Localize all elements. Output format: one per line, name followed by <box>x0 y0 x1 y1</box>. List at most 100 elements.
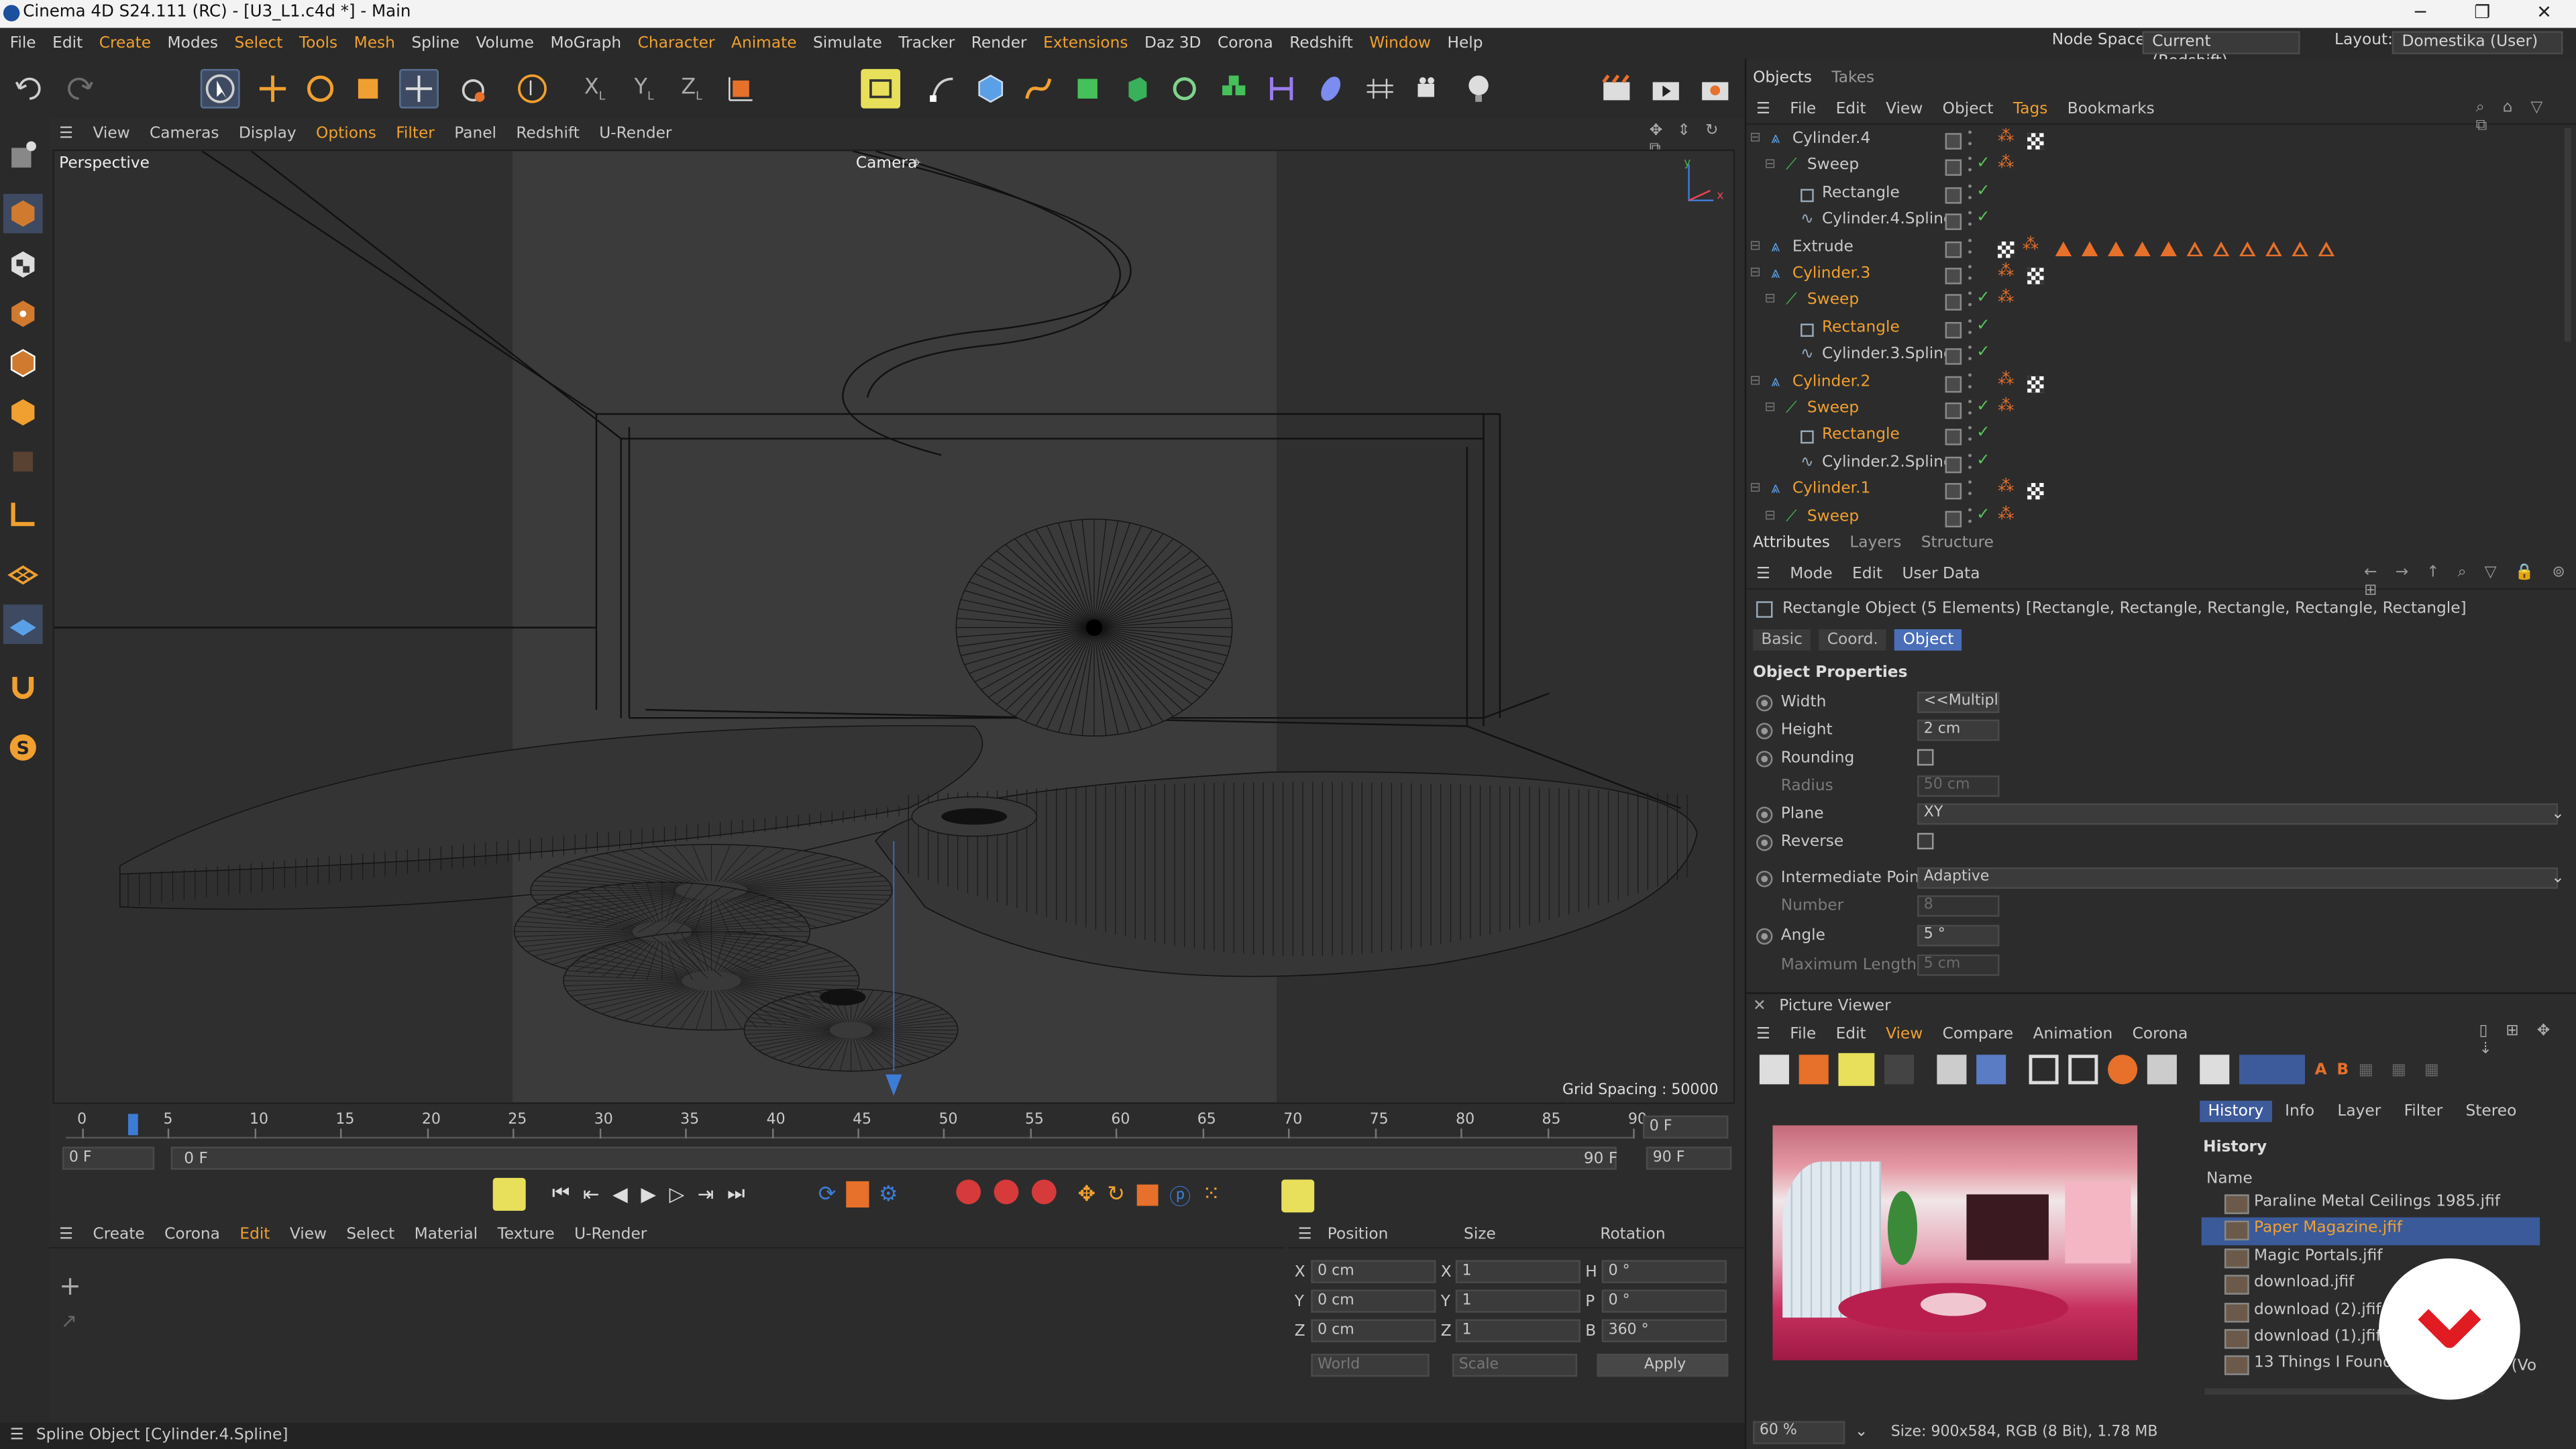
menu-select[interactable]: Select <box>235 34 283 52</box>
autokey-icon[interactable] <box>994 1179 1019 1205</box>
current-frame-field[interactable]: 0 F <box>1643 1115 1729 1139</box>
object-name[interactable]: Rectangle <box>1822 426 1900 444</box>
expand-toggle-icon[interactable]: ⊟ <box>1764 291 1775 306</box>
coord-position-field[interactable]: 0 cm <box>1311 1319 1436 1342</box>
prop-rounding-anim-icon[interactable] <box>1756 751 1773 767</box>
timeline-mode-icon[interactable] <box>846 1181 869 1208</box>
model-mode-icon[interactable] <box>3 193 43 233</box>
layer-visibility-icon[interactable] <box>1945 213 1962 231</box>
phong-tag-icon[interactable] <box>2160 241 2177 256</box>
viewport-perspective[interactable]: Perspective Camera ⌖ y x Grid Spacing : … <box>52 149 1735 1104</box>
redo-icon[interactable] <box>59 69 99 109</box>
environment-icon[interactable] <box>1360 69 1400 109</box>
start-frame-field[interactable]: 0 F <box>62 1146 155 1170</box>
pv-globe-icon[interactable] <box>2108 1055 2138 1085</box>
menu-create[interactable]: Create <box>99 34 151 52</box>
pv-menu-edit[interactable]: Edit <box>1836 1025 1866 1043</box>
object-name[interactable]: Cylinder.4.Spline <box>1822 211 1953 229</box>
prop-rounding-checkbox[interactable] <box>1917 749 1934 766</box>
expand-toggle-icon[interactable]: ⊟ <box>1750 264 1760 279</box>
restore-icon[interactable]: ❐ <box>2474 1 2490 23</box>
prop-reverse-checkbox[interactable] <box>1917 833 1934 850</box>
editor-render-dots-icon[interactable]: • • <box>1966 128 1973 151</box>
obj-menu-view[interactable]: View <box>1886 100 1923 118</box>
prop-intermediate-dropdown[interactable]: Adaptive <box>1917 867 2559 889</box>
uv-mode-icon[interactable] <box>3 442 43 482</box>
object-row[interactable]: ∿ Cylinder.2.Spline • • ✓ <box>1746 451 2561 478</box>
obj-menu-tags[interactable]: Tags <box>2013 100 2048 118</box>
undo-icon[interactable] <box>10 69 50 109</box>
menu-character[interactable]: Character <box>638 34 715 52</box>
prop-height-anim-icon[interactable] <box>1756 722 1773 740</box>
phong-tag-icon[interactable] <box>2108 241 2125 256</box>
tag-icons[interactable]: ⁂ <box>1998 290 2014 308</box>
mat-menu-material[interactable]: Material <box>415 1225 478 1243</box>
object-name[interactable]: Cylinder.3.Spline <box>1822 345 1953 364</box>
subtab-basic[interactable]: Basic <box>1753 629 1811 651</box>
polygon-mode-icon[interactable] <box>3 392 43 432</box>
coord-position-field[interactable]: 0 cm <box>1311 1289 1436 1313</box>
enabled-check-icon[interactable]: ✓ <box>1976 182 1990 200</box>
menu-volume[interactable]: Volume <box>476 34 534 52</box>
coord-rotation-field[interactable]: 0 ° <box>1601 1260 1727 1283</box>
pv-open-icon[interactable] <box>1759 1055 1789 1085</box>
object-row[interactable]: ⊟ ⩓ Extrude • • ⁂ <box>1746 235 2561 263</box>
spline-pen-icon[interactable] <box>923 69 963 109</box>
layer-visibility-icon[interactable] <box>1945 321 1962 338</box>
editor-render-dots-icon[interactable]: • • <box>1966 343 1973 366</box>
tag-icons[interactable]: ⁂ <box>1998 128 2014 146</box>
vp-menu-urender[interactable]: U-Render <box>599 124 672 142</box>
enabled-check-icon[interactable]: ✓ <box>1976 317 1990 335</box>
camera-label[interactable]: Camera <box>856 154 917 172</box>
expand-toggle-icon[interactable]: ⊟ <box>1750 480 1760 495</box>
enabled-check-icon[interactable]: ✓ <box>1976 398 1990 416</box>
enabled-check-icon[interactable]: ✓ <box>1976 290 1990 308</box>
history-item[interactable]: Paper Magazine.jfif <box>2201 1218 2540 1245</box>
attr-menu-userdata[interactable]: User Data <box>1902 565 1980 583</box>
keyframe-mode-icon[interactable]: ⚙ <box>879 1182 898 1207</box>
scale-tool-icon[interactable] <box>348 69 388 109</box>
menu-file[interactable]: File <box>10 34 36 52</box>
layer-visibility-icon[interactable] <box>1945 402 1962 419</box>
enabled-check-icon[interactable]: ✓ <box>1976 425 1990 443</box>
editor-render-dots-icon[interactable]: • • <box>1966 396 1973 421</box>
menu-window[interactable]: Window <box>1369 34 1431 52</box>
pv-tab-layer[interactable]: Layer <box>2328 1101 2391 1122</box>
timeline[interactable]: 0 5 10 15 20 25 30 35 40 45 50 55 60 65 70 75 80 85 90 0 F… <box>49 1106 1745 1175</box>
pv-menu-compare[interactable]: Compare <box>1943 1025 2014 1043</box>
coord-size-field[interactable]: 1 <box>1455 1289 1580 1313</box>
layer-visibility-icon[interactable] <box>1945 160 1962 176</box>
coord-size-field[interactable]: 1 <box>1455 1260 1580 1283</box>
editor-render-dots-icon[interactable]: • • <box>1966 154 1973 178</box>
vp-menu-filter[interactable]: Filter <box>396 124 435 142</box>
menu-mesh[interactable]: Mesh <box>354 34 395 52</box>
tag-icons[interactable]: ⁂ <box>1998 478 2014 496</box>
prop-width-anim-icon[interactable] <box>1756 694 1773 712</box>
pv-copy-icon[interactable] <box>1937 1055 1967 1085</box>
pv-save-icon[interactable] <box>1799 1055 1829 1085</box>
object-name[interactable]: Cylinder.4 <box>1792 129 1870 148</box>
live-selection-icon[interactable] <box>513 69 552 109</box>
render-region-icon[interactable] <box>861 68 901 109</box>
phong-tag-icon[interactable] <box>2055 241 2072 256</box>
y-axis-icon[interactable]: YL <box>625 69 664 109</box>
pv-a-icon[interactable]: A <box>2315 1061 2327 1079</box>
pv-stop-icon[interactable] <box>1884 1055 1915 1085</box>
coordinate-system-icon[interactable] <box>721 69 761 109</box>
workplane-icon[interactable] <box>3 555 43 595</box>
editor-render-dots-icon[interactable]: • • <box>1966 424 1973 447</box>
light-icon[interactable] <box>1459 69 1499 109</box>
point-mode-icon[interactable] <box>3 294 43 333</box>
mat-menu-urender[interactable]: U-Render <box>574 1225 647 1243</box>
object-row[interactable]: ⊟ ⟋ Sweep • • ✓ ⁂ <box>1746 289 2561 317</box>
previous-frame-icon[interactable]: ◀ <box>612 1182 628 1205</box>
editor-render-dots-icon[interactable]: • • <box>1966 451 1973 474</box>
object-name[interactable]: Sweep <box>1807 157 1859 175</box>
object-name[interactable]: Rectangle <box>1822 319 1900 337</box>
picture-viewer-close-icon[interactable]: ✕ <box>1753 998 1766 1016</box>
material-edit-icon[interactable]: ↗ <box>61 1309 78 1332</box>
object-row[interactable]: ⊟ ⩓ Cylinder.4 • • ⁂ <box>1746 128 2561 155</box>
material-tag-icon[interactable] <box>2027 483 2044 500</box>
pv-menu-view[interactable]: View <box>1886 1025 1923 1043</box>
layer-visibility-icon[interactable] <box>1945 133 1962 150</box>
